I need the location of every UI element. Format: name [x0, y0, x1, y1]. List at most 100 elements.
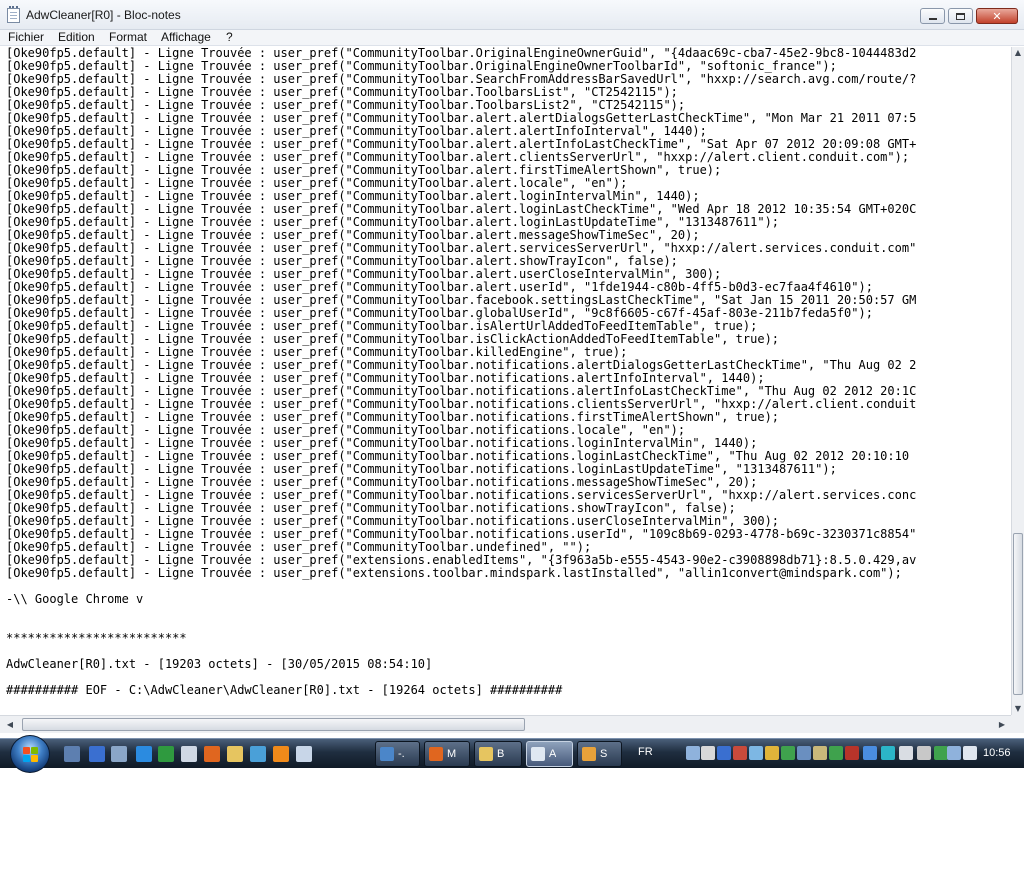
text-line: [Oke90fp5.default] - Ligne Trouvée : use… — [6, 281, 873, 294]
text-line — [6, 580, 1011, 593]
text-line: [Oke90fp5.default] - Ligne Trouvée : use… — [6, 164, 722, 177]
tray-update-icon[interactable] — [781, 746, 795, 760]
close-button[interactable]: ✕ — [976, 8, 1018, 24]
menu-fichier[interactable]: Fichier — [8, 30, 44, 45]
taskbar-button[interactable]: S — [577, 741, 622, 767]
tray-a-icon[interactable] — [899, 746, 913, 760]
text-line: [Oke90fp5.default] - Ligne Trouvée : use… — [6, 385, 917, 398]
document-icon[interactable] — [181, 746, 197, 762]
text-line: [Oke90fp5.default] - Ligne Trouvée : use… — [6, 47, 917, 60]
close-icon: ✕ — [992, 9, 1002, 23]
tray-network2-icon[interactable] — [947, 746, 961, 760]
maximize-icon — [956, 12, 965, 20]
vertical-scrollbar[interactable]: ▲ ▼ — [1011, 47, 1024, 715]
text-line: [Oke90fp5.default] - Ligne Trouvée : use… — [6, 242, 917, 255]
title-bar[interactable]: AdwCleaner[R0] - Bloc-notes ✕ — [0, 0, 1024, 30]
text-line: [Oke90fp5.default] - Ligne Trouvée : use… — [6, 528, 917, 541]
vertical-scroll-thumb[interactable] — [1013, 533, 1023, 695]
language-indicator[interactable]: FR — [638, 746, 653, 758]
text-line: [Oke90fp5.default] - Ligne Trouvée : use… — [6, 515, 780, 528]
tray-usb-icon[interactable] — [917, 746, 931, 760]
tray-i-icon[interactable] — [881, 746, 895, 760]
show-desktop-icon[interactable] — [64, 746, 80, 762]
text-line: [Oke90fp5.default] - Ligne Trouvée : use… — [6, 346, 628, 359]
scroll-left-icon[interactable]: ◀ — [3, 718, 17, 732]
vlc-icon[interactable] — [273, 746, 289, 762]
text-line: AdwCleaner[R0].txt - [19203 octets] - [3… — [6, 658, 433, 671]
scroll-up-icon[interactable]: ▲ — [1012, 47, 1024, 59]
tray-antivirus-icon[interactable] — [733, 746, 747, 760]
tray-display-icon[interactable] — [797, 746, 811, 760]
scroll-right-icon[interactable]: ▶ — [995, 718, 1009, 732]
tray-app-icon[interactable] — [863, 746, 877, 760]
text-line — [6, 671, 1011, 684]
text-line: [Oke90fp5.default] - Ligne Trouvée : use… — [6, 333, 780, 346]
taskbar-button-label: S — [600, 748, 608, 760]
notepad-icon — [7, 6, 20, 23]
text-line: [Oke90fp5.default] - Ligne Trouvée : use… — [6, 554, 917, 567]
text-line: [Oke90fp5.default] - Ligne Trouvée : use… — [6, 190, 700, 203]
tray-monitor-icon[interactable] — [749, 746, 763, 760]
text-content: [Oke90fp5.default] - Ligne Trouvée : use… — [6, 47, 1011, 697]
minimize-button[interactable] — [920, 8, 945, 24]
internet-explorer-icon[interactable] — [136, 746, 152, 762]
clock[interactable]: 10:56 — [983, 747, 1011, 759]
taskbar-button[interactable]: M — [424, 741, 470, 767]
taskbar-button-label: B — [497, 748, 505, 760]
tray-speaker-small-icon[interactable] — [813, 746, 827, 760]
taskbar-button-label: A — [549, 748, 557, 760]
notepad-window: AdwCleaner[R0] - Bloc-notes ✕ Fichier Ed… — [0, 0, 1024, 738]
tray-power-icon[interactable] — [829, 746, 843, 760]
text-line: [Oke90fp5.default] - Ligne Trouvée : use… — [6, 138, 917, 151]
text-line: [Oke90fp5.default] - Ligne Trouvée : use… — [6, 255, 678, 268]
scroll-down-icon[interactable]: ▼ — [1012, 703, 1024, 715]
taskbar-button[interactable]: B — [474, 741, 522, 767]
tray-volume-icon[interactable] — [963, 746, 977, 760]
size-grip[interactable] — [1011, 715, 1024, 733]
tray-network-icon[interactable] — [686, 746, 700, 760]
horizontal-scrollbar[interactable]: ◀ ▶ — [0, 715, 1011, 733]
tray-recycle-icon[interactable] — [701, 746, 715, 760]
horizontal-scroll-thumb[interactable] — [22, 718, 525, 731]
text-line: [Oke90fp5.default] - Ligne Trouvée : use… — [6, 60, 837, 73]
text-line: [Oke90fp5.default] - Ligne Trouvée : use… — [6, 437, 758, 450]
folder-task-icon — [479, 747, 493, 761]
notepad-task-icon — [531, 747, 545, 761]
globe-icon[interactable] — [250, 746, 266, 762]
text-line: [Oke90fp5.default] - Ligne Trouvée : use… — [6, 320, 758, 333]
window-icon[interactable] — [296, 746, 312, 762]
tray-shield-icon[interactable] — [845, 746, 859, 760]
taskbar-button[interactable]: A — [526, 741, 573, 767]
text-line: [Oke90fp5.default] - Ligne Trouvée : use… — [6, 476, 758, 489]
tray-bluetooth-icon[interactable] — [717, 746, 731, 760]
text-line: [Oke90fp5.default] - Ligne Trouvée : use… — [6, 177, 628, 190]
maximize-button[interactable] — [948, 8, 973, 24]
text-line: [Oke90fp5.default] - Ligne Trouvée : use… — [6, 541, 592, 554]
minimize-icon — [928, 18, 937, 20]
text-line: ************************* — [6, 632, 187, 645]
firefox-icon[interactable] — [204, 746, 220, 762]
text-line: [Oke90fp5.default] - Ligne Trouvée : use… — [6, 463, 837, 476]
text-line — [6, 645, 1011, 658]
tray-check-icon[interactable] — [934, 746, 948, 760]
text-editor[interactable]: [Oke90fp5.default] - Ligne Trouvée : use… — [0, 47, 1011, 715]
network-icon[interactable] — [111, 746, 127, 762]
explorer-icon[interactable] — [227, 746, 243, 762]
bluetooth-icon[interactable] — [89, 746, 105, 762]
text-line: [Oke90fp5.default] - Ligne Trouvée : use… — [6, 372, 765, 385]
text-line: [Oke90fp5.default] - Ligne Trouvée : use… — [6, 450, 910, 463]
firefox-task-icon — [429, 747, 443, 761]
paint-task-icon — [582, 747, 596, 761]
text-line: [Oke90fp5.default] - Ligne Trouvée : use… — [6, 398, 917, 411]
menu-edition[interactable]: Edition — [58, 30, 95, 45]
text-line: [Oke90fp5.default] - Ligne Trouvée : use… — [6, 567, 902, 580]
taskbar: -. M B A S FR 10:56 — [0, 735, 1024, 773]
tray-chrome-icon[interactable] — [765, 746, 779, 760]
menu-help[interactable]: ? — [226, 30, 233, 45]
menu-format[interactable]: Format — [109, 30, 147, 45]
menu-affichage[interactable]: Affichage — [161, 30, 211, 45]
start-button[interactable] — [10, 735, 50, 773]
taskbar-button[interactable]: -. — [375, 741, 420, 767]
spreadsheet-icon[interactable] — [158, 746, 174, 762]
text-line: [Oke90fp5.default] - Ligne Trouvée : use… — [6, 294, 917, 307]
